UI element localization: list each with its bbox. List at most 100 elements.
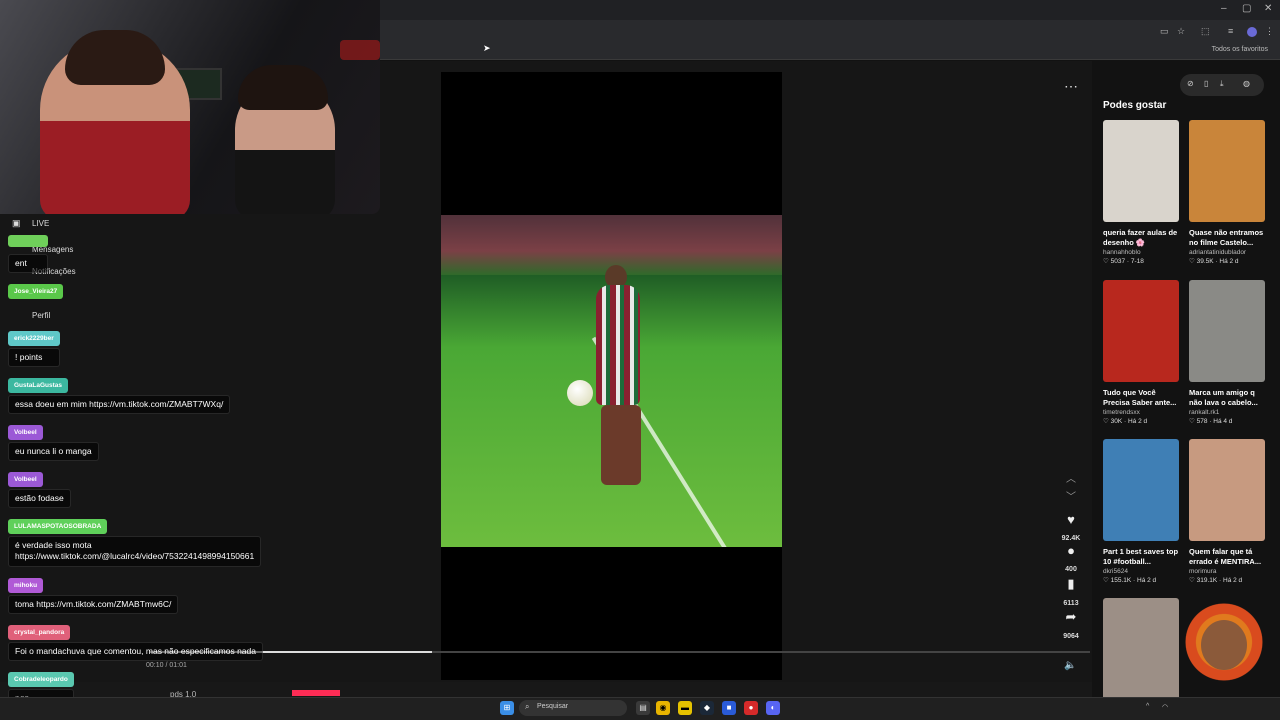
more-options-icon[interactable]: ⋯ bbox=[1064, 78, 1078, 95]
cast-icon[interactable]: ▭ bbox=[1160, 26, 1169, 37]
nav-item-profile[interactable]: Perfil bbox=[32, 311, 50, 320]
recommendation-title: Marca um amigo q não lava o cabelo... bbox=[1189, 388, 1258, 407]
app-icon[interactable]: ■ bbox=[722, 701, 736, 715]
nav-item-live[interactable]: LIVE bbox=[32, 219, 49, 228]
video-player[interactable] bbox=[441, 215, 782, 547]
chrome-icon[interactable]: ◉ bbox=[656, 701, 670, 715]
folder-icon[interactable]: ▬ bbox=[678, 701, 692, 715]
chat-message: mihoku toma https://vm.tiktok.com/ZMABTmw… bbox=[8, 574, 179, 615]
download-icon[interactable]: ⤓ bbox=[1220, 79, 1224, 89]
volume-icon[interactable]: 🔈 bbox=[1064, 660, 1076, 671]
like-button[interactable]: ♥ 92.4K bbox=[1058, 512, 1084, 545]
save-button[interactable]: ▮ 6113 bbox=[1058, 576, 1084, 610]
tray-chevron-icon[interactable]: ^ bbox=[1146, 703, 1149, 710]
comment-button[interactable]: ● 400 bbox=[1058, 543, 1084, 576]
chat-text: toma https://vm.tiktok.com/ZMABTmw6C/ bbox=[8, 595, 179, 615]
recommendation-thumbnail[interactable] bbox=[1189, 439, 1265, 541]
star-icon[interactable]: ☆ bbox=[1177, 26, 1185, 37]
bottom-strip bbox=[0, 682, 1092, 697]
share-button[interactable]: ➦ 9064 bbox=[1058, 609, 1084, 643]
recommendation-thumbnail[interactable] bbox=[1103, 120, 1179, 222]
record-app-icon[interactable]: ● bbox=[744, 701, 758, 715]
recommendation-user: morimura bbox=[1189, 567, 1217, 575]
chat-username: Volbeel bbox=[8, 472, 43, 487]
steam-icon[interactable]: ◆ bbox=[700, 701, 714, 715]
menu-icon[interactable]: ≡ bbox=[1228, 26, 1233, 36]
chat-username: mihoku bbox=[8, 578, 44, 593]
compass-icon[interactable]: ⊘ bbox=[1187, 79, 1194, 88]
all-bookmarks-link[interactable]: Todos os favoritos bbox=[1212, 46, 1268, 53]
recommendation-thumbnail[interactable] bbox=[1103, 280, 1179, 382]
recommendation-card[interactable]: Part 1 best saves top 10 #football... dkr… bbox=[1103, 439, 1179, 584]
recommendation-card[interactable]: Quase não entramos no filme Castelo... ad… bbox=[1189, 120, 1265, 265]
recommendation-user: timetrendsxx bbox=[1103, 408, 1140, 416]
task-view-icon[interactable]: ▤ bbox=[636, 701, 650, 715]
recommendation-stats: ♡ 5037 · 7-18 bbox=[1103, 257, 1144, 265]
chat-text: Foi o mandachuva que comentou, mas não e… bbox=[8, 642, 263, 662]
chat-message: ent bbox=[8, 234, 48, 274]
chat-text: é verdade isso mota https://www.tiktok.co… bbox=[8, 536, 262, 567]
background-logo bbox=[340, 40, 380, 60]
recommendation-thumbnail[interactable] bbox=[1189, 280, 1265, 382]
save-count: 6113 bbox=[1063, 600, 1079, 607]
chat-message: LULAMASPOTAOSOBRADA é verdade isso mota ht… bbox=[8, 515, 262, 567]
chat-username: LULAMASPOTAOSOBRADA bbox=[8, 519, 108, 534]
chat-text: eu nunca li o manga bbox=[8, 442, 99, 462]
chat-username: Jose_Vieira27 bbox=[8, 284, 64, 299]
streamer-logo-face bbox=[1201, 620, 1247, 670]
previous-video-icon[interactable]: ︿ bbox=[1066, 470, 1076, 485]
recommendation-thumbnail[interactable] bbox=[1103, 598, 1179, 700]
chat-message: crystal_pandora Foi o mandachuva que come… bbox=[8, 621, 263, 662]
chat-message: erick2229ber ! points bbox=[8, 327, 60, 368]
recommendation-thumbnail[interactable] bbox=[1103, 439, 1179, 541]
bookmark-icon: ▮ bbox=[1067, 576, 1075, 591]
recommendation-card[interactable]: Tudo que Você Precisa Saber ante... timet… bbox=[1103, 280, 1179, 425]
recommendation-title: Tudo que Você Precisa Saber ante... bbox=[1103, 388, 1177, 407]
chat-text: essa doeu em mim https://vm.tiktok.com/Z… bbox=[8, 395, 231, 415]
extensions-icon[interactable]: ⬚ bbox=[1201, 26, 1210, 37]
maximize-button[interactable]: ▢ bbox=[1242, 3, 1251, 14]
close-button[interactable]: ✕ bbox=[1264, 3, 1272, 14]
recommendation-stats: ♡ 155.1K · Há 2 d bbox=[1103, 576, 1157, 584]
video-progress-bar[interactable] bbox=[150, 651, 1090, 653]
chat-text: ! points bbox=[8, 348, 60, 368]
live-icon[interactable]: ▣ bbox=[12, 218, 21, 229]
recommendation-title: Quem falar que tá errado é MENTIRA... bbox=[1189, 547, 1262, 566]
chat-message: Jose_Vieira27 bbox=[8, 280, 64, 299]
share-count: 9064 bbox=[1063, 633, 1079, 640]
phone-icon[interactable]: ▯ bbox=[1204, 79, 1208, 88]
chat-username: GustaLaGustas bbox=[8, 378, 69, 393]
minimize-button[interactable]: – bbox=[1221, 3, 1227, 14]
search-icon: ⌕ bbox=[525, 702, 530, 711]
recommendation-user: dkri5624 bbox=[1103, 567, 1128, 575]
recommendation-title: queria fazer aulas de desenho 🌸 bbox=[1103, 228, 1178, 247]
next-video-icon[interactable]: ﹀ bbox=[1066, 488, 1076, 503]
start-icon[interactable]: ⊞ bbox=[500, 701, 514, 715]
recommendation-card[interactable]: Quem falar que tá errado é MENTIRA... mor… bbox=[1189, 439, 1265, 584]
recommendation-thumbnail[interactable] bbox=[1189, 120, 1265, 222]
discord-icon[interactable]: ◐ bbox=[766, 701, 780, 715]
recommendation-stats: ♡ 578 · Há 4 d bbox=[1189, 417, 1233, 425]
video-timecode: 00:10 / 01:01 bbox=[146, 662, 187, 669]
recommendation-stats: ♡ 39.5K · Há 2 d bbox=[1189, 257, 1239, 265]
chat-message: GustaLaGustas essa doeu em mim https://vm… bbox=[8, 374, 231, 415]
recommendation-card[interactable]: queria fazer aulas de desenho 🌸 hannahhob… bbox=[1103, 120, 1179, 265]
share-icon: ➦ bbox=[1065, 609, 1077, 624]
player-legs bbox=[601, 405, 641, 485]
chat-username: Cobradeleopardo bbox=[8, 672, 74, 687]
recommendation-user: adriantatinidublador bbox=[1189, 248, 1247, 256]
recommendation-stats: ♡ 319.1K · Há 2 d bbox=[1189, 576, 1243, 584]
recommendation-card[interactable] bbox=[1103, 598, 1179, 700]
webcam-overlay bbox=[0, 0, 380, 214]
recommendation-user: rankalt.rk1 bbox=[1189, 408, 1220, 416]
player-body bbox=[596, 285, 640, 405]
red-button[interactable] bbox=[292, 690, 340, 696]
wifi-icon[interactable]: ◠ bbox=[1162, 703, 1168, 711]
taskbar-search[interactable]: Pesquisar bbox=[519, 700, 627, 716]
kebab-icon[interactable]: ⋮ bbox=[1265, 26, 1274, 37]
chat-username: erick2229ber bbox=[8, 331, 60, 346]
profile-icon[interactable]: ◍ bbox=[1243, 79, 1250, 88]
recommendation-card[interactable]: Marca um amigo q não lava o cabelo... ran… bbox=[1189, 280, 1265, 425]
mouse-cursor-icon: ➤ bbox=[483, 43, 491, 53]
avatar[interactable] bbox=[1247, 27, 1257, 37]
